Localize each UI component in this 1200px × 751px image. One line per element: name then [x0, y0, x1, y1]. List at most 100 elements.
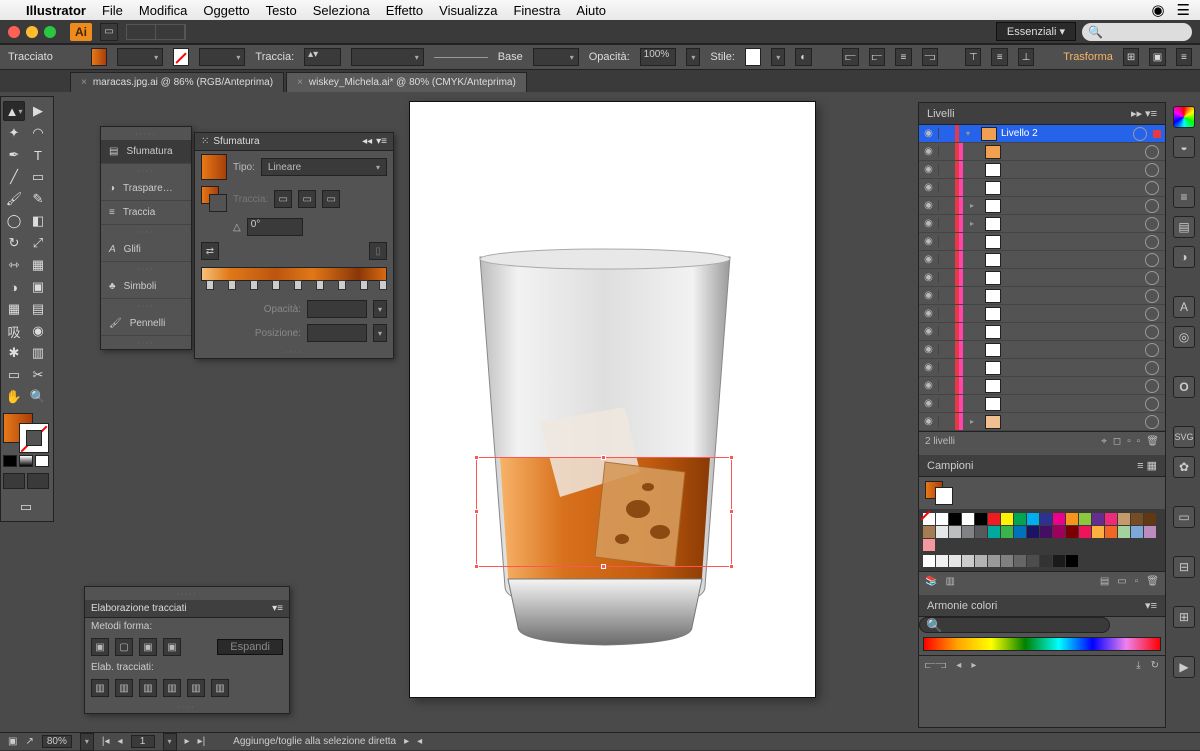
visibility-toggle[interactable]: ◉ — [919, 254, 939, 265]
intersect-button[interactable]: ▣ — [139, 638, 157, 656]
swatch[interactable] — [1014, 526, 1026, 538]
swatch-fillstroke[interactable] — [925, 481, 953, 505]
swatch[interactable] — [1079, 526, 1091, 538]
layer-row[interactable]: ◉▸ — [919, 197, 1165, 215]
outline-button[interactable]: ▥ — [187, 679, 205, 697]
harmony-save-button[interactable]: ⤓ — [1136, 660, 1140, 671]
layer-row[interactable]: ◉ — [919, 395, 1165, 413]
blob-brush-tool[interactable]: ◯ — [3, 211, 25, 231]
rotate-tool[interactable]: ↻ — [3, 233, 25, 253]
doc-tab[interactable]: ×maracas.jpg.ai @ 86% (RGB/Anteprima) — [70, 72, 284, 92]
zoom-input[interactable]: 80% — [42, 735, 72, 748]
first-artboard-button[interactable]: |◂ — [102, 736, 110, 747]
disclosure-icon[interactable]: ▸ — [963, 417, 981, 426]
hand-tool[interactable]: ✋ — [3, 387, 25, 407]
swatch[interactable] — [962, 513, 974, 525]
target-ring[interactable] — [1145, 145, 1159, 159]
stroke-color[interactable] — [19, 423, 49, 453]
dock-item-glyphs[interactable]: AGlifi — [101, 238, 191, 262]
expand-button[interactable]: Espandi — [217, 639, 283, 655]
target-ring[interactable] — [1145, 415, 1159, 429]
close-icon[interactable]: × — [297, 77, 303, 88]
width-tool[interactable]: ⇿ — [3, 255, 25, 275]
swatch[interactable] — [1040, 555, 1052, 567]
swatch[interactable] — [1001, 555, 1013, 567]
swatches-grid[interactable] — [919, 509, 1165, 555]
target-ring[interactable] — [1145, 163, 1159, 177]
target-ring[interactable] — [1145, 271, 1159, 285]
swatch[interactable] — [1040, 513, 1052, 525]
target-ring[interactable] — [1145, 343, 1159, 357]
swatch[interactable] — [1040, 526, 1052, 538]
swatch[interactable] — [1092, 526, 1104, 538]
swatch[interactable] — [1066, 526, 1078, 538]
swatch[interactable] — [1053, 513, 1065, 525]
swatch[interactable] — [949, 526, 961, 538]
graph-tool[interactable]: ▥ — [27, 343, 49, 363]
swatch[interactable] — [1144, 526, 1156, 538]
stop-opacity-dd[interactable] — [373, 300, 387, 318]
swatch-menu-button[interactable]: ▥ — [945, 576, 954, 587]
swatch[interactable] — [936, 513, 948, 525]
svg-icon[interactable]: SVG — [1173, 426, 1195, 448]
mesh-tool[interactable]: ▦ — [3, 299, 25, 319]
opacity-input[interactable]: 100% — [640, 48, 677, 66]
screen-normal[interactable] — [3, 473, 25, 489]
next-artboard-button[interactable]: ▸ — [185, 736, 190, 747]
panel-tab-harmonies[interactable]: Armonie colori — [927, 600, 997, 612]
status-icon-1[interactable]: ▣ — [8, 736, 17, 747]
slice-tool[interactable]: ✂ — [27, 365, 49, 385]
make-clip-button[interactable]: ◻ — [1113, 436, 1121, 447]
minus-back-button[interactable]: ▥ — [211, 679, 229, 697]
menu-file[interactable]: File — [102, 3, 123, 18]
swatch[interactable] — [1092, 513, 1104, 525]
selection-bounding-box[interactable] — [476, 457, 732, 567]
transform-link[interactable]: Trasforma — [1063, 51, 1113, 63]
artboard-nav-input[interactable]: 1 — [131, 735, 155, 748]
minus-front-button[interactable]: ▢ — [115, 638, 133, 656]
visibility-toggle[interactable]: ◉ — [919, 380, 939, 391]
new-group-button[interactable]: ▭ — [1117, 576, 1126, 587]
free-transform-tool[interactable]: ▦ — [27, 255, 49, 275]
status-icon-2[interactable]: ↗ — [25, 736, 33, 747]
harmony-refresh-button[interactable]: ↻ — [1151, 660, 1159, 671]
target-ring[interactable] — [1145, 361, 1159, 375]
magic-wand-tool[interactable]: ✦ — [3, 123, 25, 143]
gradient-dock-icon[interactable]: ▤ — [1173, 216, 1195, 238]
last-artboard-button[interactable]: ▸| — [198, 736, 206, 747]
style-swatch[interactable] — [745, 48, 761, 66]
delete-layer-button[interactable]: 🗑 — [1146, 436, 1159, 447]
layer-row[interactable]: ◉ — [919, 251, 1165, 269]
swatch[interactable] — [1053, 555, 1065, 567]
stroke-across[interactable]: ▭ — [322, 190, 340, 208]
swatch[interactable] — [1027, 526, 1039, 538]
menu-help[interactable]: Aiuto — [576, 3, 606, 18]
transform-dock-icon[interactable]: ⊞ — [1173, 606, 1195, 628]
delete-swatch-button[interactable]: 🗑 — [1146, 576, 1159, 587]
panel-drag-icon[interactable]: ⁙ — [201, 136, 209, 147]
fill-swatch[interactable] — [91, 48, 107, 66]
visibility-toggle[interactable]: ◉ — [919, 164, 939, 175]
layer-row[interactable]: ◉ — [919, 341, 1165, 359]
swatch[interactable] — [962, 526, 974, 538]
swatch[interactable] — [975, 526, 987, 538]
menu-select[interactable]: Seleziona — [313, 3, 370, 18]
menu-object[interactable]: Oggetto — [203, 3, 249, 18]
swatch[interactable] — [962, 555, 974, 567]
layer-row[interactable]: ◉ — [919, 143, 1165, 161]
rectangle-tool[interactable]: ▭ — [27, 167, 49, 187]
align-bottom-button[interactable]: ⊥ — [1018, 48, 1034, 66]
target-ring[interactable] — [1145, 325, 1159, 339]
stop-opacity-input[interactable] — [307, 300, 367, 318]
stop-position-dd[interactable] — [373, 324, 387, 342]
swatch[interactable] — [975, 513, 987, 525]
trim-button[interactable]: ▥ — [115, 679, 133, 697]
reverse-gradient-button[interactable]: ⇄ — [201, 242, 219, 260]
layer-row[interactable]: ◉ — [919, 377, 1165, 395]
fill-dropdown[interactable] — [117, 48, 163, 66]
layer-row[interactable]: ◉ — [919, 323, 1165, 341]
swatch[interactable] — [1014, 555, 1026, 567]
tearoff-button[interactable]: ▭ — [3, 497, 49, 517]
harmony-hue-strip[interactable] — [923, 637, 1161, 651]
menu-view[interactable]: Visualizza — [439, 3, 497, 18]
